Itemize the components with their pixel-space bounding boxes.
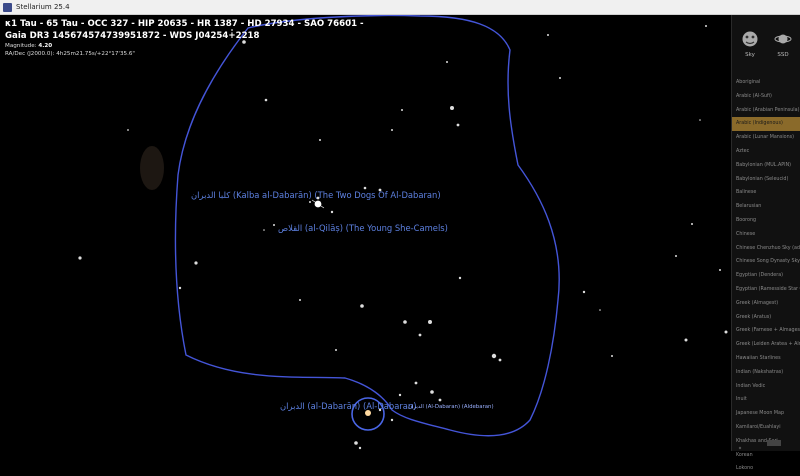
object-info-panel: κ1 Tau - 65 Tau - OCC 327 - HIP 20635 - …	[5, 18, 364, 58]
sky-culture-item[interactable]: Kamilaroi/Euahlayi	[732, 421, 800, 435]
sky-culture-item[interactable]: Greek (Aratus)	[732, 311, 800, 325]
sky-culture-list: Aboriginal Arabic (Al-Sufi) Arabic (Arabia…	[732, 76, 800, 476]
sky-culture-item[interactable]: Egyptian (Dendera)	[732, 269, 800, 283]
sky-culture-item[interactable]: Chinese Song Dynasty Sky	[732, 255, 800, 269]
sky-culture-item[interactable]: Aztec	[732, 145, 800, 159]
solar-system-icon[interactable]	[774, 30, 792, 48]
sky-culture-item[interactable]: Egyptian (Ramesside Star Cl	[732, 283, 800, 297]
radec-coordinates: RA/Dec (J2000.0): 4h25m21.75s/+22°17'35.…	[5, 51, 135, 57]
magnitude-label: Magnitude:	[5, 43, 39, 49]
sky-culture-item[interactable]: Balinese	[732, 186, 800, 200]
magnitude-row: Magnitude: 4.20	[5, 42, 364, 50]
window-title: Stellarium 25.4	[16, 3, 70, 11]
sky-culture-item[interactable]: Hawaiian Starlines	[732, 352, 800, 366]
sky-culture-panel: Sky SSD Aboriginal Arabic (Al-Sufi) Arabic…	[731, 15, 800, 471]
background-stars	[78, 19, 742, 450]
object-designations-line1: κ1 Tau - 65 Tau - OCC 327 - HIP 20635 - …	[5, 19, 364, 29]
sky-culture-item[interactable]: Chinese Chenzhuo Sky (ad 5	[732, 242, 800, 256]
label-al-qilas[interactable]: القلاص (al-Qilāṣ) (The Young She-Camels)	[278, 223, 448, 233]
magnitude-value: 4.20	[38, 43, 53, 49]
panel-header: Sky SSD	[732, 15, 800, 63]
sky-tab-label[interactable]: Sky	[735, 52, 765, 58]
sky-culture-item[interactable]: Lokono	[732, 462, 800, 476]
sky-culture-item[interactable]: Aboriginal	[732, 76, 800, 90]
sky-culture-item[interactable]: Babylonian (Seleucid)	[732, 173, 800, 187]
label-al-dabaran[interactable]: الدبران (al-Dabarān) (Al-Dabaran)	[280, 401, 417, 411]
sky-culture-item[interactable]: Greek (Farnese + Almagest)	[732, 324, 800, 338]
stellarium-app-icon	[3, 2, 12, 12]
sky-culture-item[interactable]: Greek (Leiden Aratea + Alma	[732, 338, 800, 352]
sky-culture-item[interactable]: Greek (Almagest)	[732, 297, 800, 311]
sky-culture-item[interactable]: Arabic (Al-Sufi)	[732, 90, 800, 104]
sky-culture-item[interactable]: Belarusian	[732, 200, 800, 214]
sky-culture-item[interactable]: Japanese Moon Map	[732, 407, 800, 421]
sky-culture-item[interactable]: Inuit	[732, 393, 800, 407]
object-designations-line2: Gaia DR3 145674574739951872 - WDS J04254…	[5, 31, 260, 41]
sky-culture-item[interactable]: Khakhas and Sari	[732, 435, 800, 449]
sky-culture-item[interactable]: Indian (Nakshatras)	[732, 366, 800, 380]
sky-culture-item[interactable]: Arabic (Arabian Peninsula)	[732, 104, 800, 118]
sky-culture-item[interactable]: Babylonian (MUL.APIN)	[732, 159, 800, 173]
sky-culture-item[interactable]: Arabic (Indigenous)	[732, 117, 800, 132]
sky-culture-item[interactable]: Boorong	[732, 214, 800, 228]
ssd-tab-label[interactable]: SSD	[768, 52, 798, 58]
list-scrollbar[interactable]	[767, 440, 781, 446]
nebula-glow	[140, 146, 164, 190]
sky-culture-item[interactable]: Arabic (Lunar Mansions)	[732, 131, 800, 145]
sky-culture-item[interactable]: Indian Vedic	[732, 380, 800, 394]
sky-view[interactable]	[0, 15, 800, 451]
label-kalba-al-dabaran[interactable]: كلبا الدبران (Kalba al-Dabarān) (The Two…	[191, 190, 441, 200]
label-aldebaran-star[interactable]: الدبران (Al-Dabaran) (Aldebaran)	[408, 404, 494, 410]
selected-star-kappa1-tau	[311, 199, 325, 209]
sky-cultures-icon[interactable]	[741, 30, 759, 48]
title-bar: Stellarium 25.4	[0, 0, 800, 15]
sky-culture-item[interactable]: Chinese	[732, 228, 800, 242]
